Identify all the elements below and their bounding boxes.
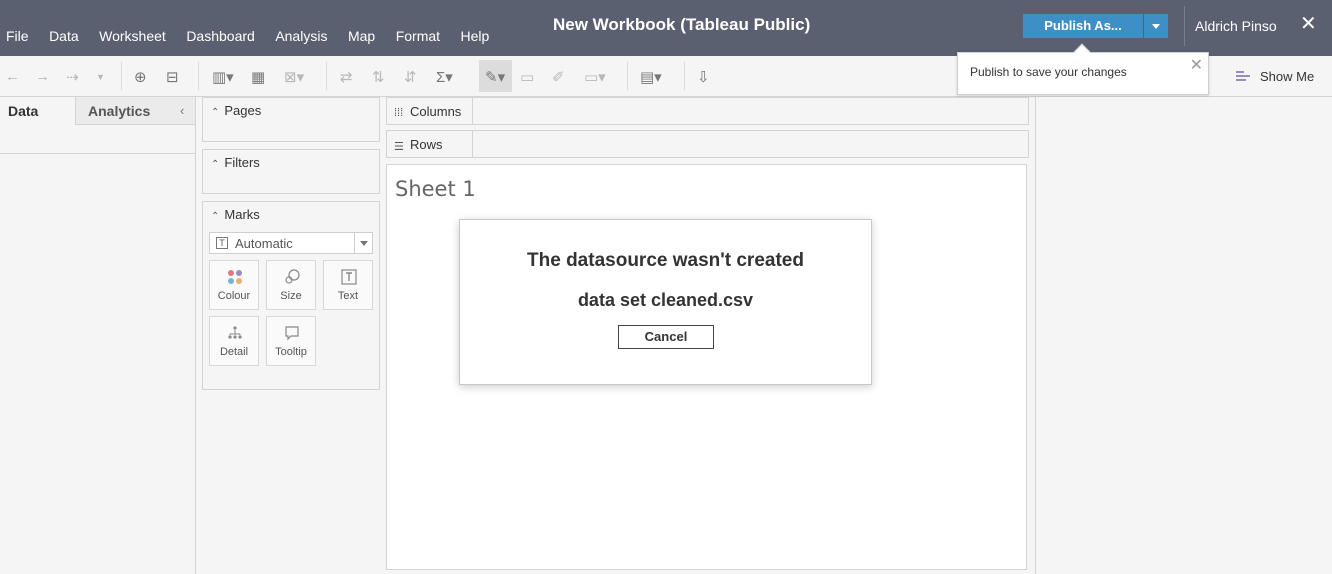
colour-button[interactable]: Colour: [209, 260, 259, 310]
columns-drop-area[interactable]: [472, 98, 1029, 124]
right-pane: [1035, 97, 1332, 574]
show-me-label: Show Me: [1260, 69, 1315, 84]
rows-icon: ☰: [394, 141, 404, 153]
mark-type-label: Automatic: [235, 236, 293, 251]
tooltip-label: Tooltip: [275, 346, 307, 358]
toolbar-divider: [121, 62, 122, 90]
text-icon: [341, 269, 357, 285]
fit-icon[interactable]: ▭▾: [584, 68, 606, 86]
tooltip-icon: [285, 326, 299, 341]
close-icon[interactable]: ✕: [1300, 14, 1317, 34]
menu-dashboard[interactable]: Dashboard: [186, 28, 255, 44]
marks-label: Marks: [224, 207, 260, 222]
duplicate-sheet-icon[interactable]: ▦: [251, 68, 265, 86]
chevron-up-icon[interactable]: ⌃: [211, 107, 219, 118]
sort-descending-icon[interactable]: ⇵: [404, 68, 417, 86]
colour-label: Colour: [217, 290, 251, 302]
workbook-title: New Workbook (Tableau Public): [553, 15, 811, 34]
undo-icon[interactable]: ←: [5, 68, 20, 86]
tab-data[interactable]: Data: [0, 97, 76, 125]
pause-updates-icon[interactable]: ⊟: [166, 68, 179, 86]
marks-card-title: ⌃ Marks: [211, 207, 260, 222]
presentation-mode-icon[interactable]: ▤▾: [640, 68, 662, 86]
columns-label: Columns: [410, 104, 462, 119]
totals-icon[interactable]: Σ▾: [436, 68, 453, 86]
pane-divider: [0, 153, 195, 154]
menu-analysis[interactable]: Analysis: [275, 28, 327, 44]
menu-file[interactable]: File: [6, 28, 29, 44]
filters-card[interactable]: ⌃ Filters: [202, 149, 380, 194]
sort-ascending-icon[interactable]: ⇅: [372, 68, 385, 86]
format-workbook-icon[interactable]: ✐: [552, 68, 565, 86]
toolbar-divider: [326, 62, 327, 90]
columns-icon: ⁞⁞⁞: [394, 107, 404, 119]
rows-label: Rows: [410, 137, 443, 152]
publish-popup-message: Publish to save your changes: [970, 65, 1127, 79]
menu-help[interactable]: Help: [461, 28, 490, 44]
publish-dropdown-button[interactable]: [1144, 14, 1168, 38]
toolbar-divider: [627, 62, 628, 90]
rows-shelf: ☰ Rows: [386, 130, 1029, 158]
size-button[interactable]: Size: [266, 260, 316, 310]
pages-card-title: ⌃ Pages: [211, 103, 261, 118]
show-me-icon: [1236, 70, 1252, 84]
data-pane: Data Analytics ‹: [0, 97, 196, 574]
clear-sheet-icon[interactable]: ⊠▾: [284, 68, 304, 86]
tooltip-button[interactable]: Tooltip: [266, 316, 316, 366]
detail-label: Detail: [219, 346, 249, 358]
publish-popup: Publish to save your changes ✕: [957, 43, 1209, 95]
download-icon[interactable]: ⇩: [697, 68, 710, 86]
highlight-icon[interactable]: ✎▾: [485, 68, 505, 86]
filters-card-title: ⌃ Filters: [211, 155, 260, 170]
replay-dropdown-icon[interactable]: ▼: [96, 72, 105, 90]
swap-rows-columns-icon[interactable]: ⇄: [340, 68, 353, 86]
rows-drop-area[interactable]: [472, 131, 1029, 157]
new-worksheet-icon[interactable]: ▥▾: [212, 68, 234, 86]
dialog-filename: data set cleaned.csv: [577, 290, 754, 310]
menu-data[interactable]: Data: [49, 28, 79, 44]
pages-label: Pages: [224, 103, 262, 118]
app-header: File Data Worksheet Dashboard Analysis M…: [0, 0, 1332, 56]
size-label: Size: [280, 290, 302, 302]
menu-map[interactable]: Map: [348, 28, 375, 44]
toolbar-divider: [198, 62, 199, 90]
publish-as-button[interactable]: Publish As...: [1023, 14, 1143, 38]
replay-icon[interactable]: ⇢: [66, 68, 79, 86]
tab-analytics[interactable]: Analytics: [76, 97, 195, 125]
menu-worksheet[interactable]: Worksheet: [99, 28, 166, 44]
detail-icon: [228, 326, 242, 339]
marks-card: ⌃ Marks T Automatic Colour Size Text Deta…: [202, 201, 380, 390]
new-datasource-icon[interactable]: ⊕: [134, 68, 147, 86]
sheet-title[interactable]: Sheet 1: [395, 177, 476, 201]
collapse-pane-icon[interactable]: ‹: [180, 103, 184, 118]
text-label: Text: [337, 290, 359, 302]
chevron-up-icon[interactable]: ⌃: [211, 211, 219, 222]
pages-card[interactable]: ⌃ Pages: [202, 97, 380, 142]
menu-format[interactable]: Format: [396, 28, 440, 44]
text-button[interactable]: Text: [323, 260, 373, 310]
tab-analytics-label: Analytics: [88, 103, 151, 119]
chevron-down-icon[interactable]: [354, 233, 372, 253]
colour-icon: [228, 270, 242, 284]
text-mark-icon: T: [216, 237, 228, 249]
mark-type-dropdown[interactable]: T Automatic: [209, 232, 373, 254]
filters-label: Filters: [224, 155, 260, 170]
columns-shelf: ⁞⁞⁞ Columns: [386, 97, 1029, 125]
toolbar-divider: [684, 62, 685, 90]
detail-button[interactable]: Detail: [209, 316, 259, 366]
show-me-button[interactable]: Show Me: [1236, 69, 1314, 84]
size-icon: [285, 269, 300, 284]
cancel-button[interactable]: Cancel: [618, 325, 714, 349]
chevron-up-icon[interactable]: ⌃: [211, 159, 219, 170]
menu-bar: File Data Worksheet Dashboard Analysis M…: [6, 28, 510, 44]
show-labels-icon[interactable]: ▭: [520, 68, 534, 86]
user-name[interactable]: Aldrich Pinso: [1195, 18, 1277, 34]
dialog-message: The datasource wasn't created: [527, 250, 804, 271]
datasource-error-dialog: The datasource wasn't created data set c…: [459, 219, 872, 385]
redo-icon[interactable]: →: [35, 68, 50, 86]
header-divider: [1184, 6, 1185, 46]
popup-close-icon[interactable]: ✕: [1190, 55, 1203, 75]
